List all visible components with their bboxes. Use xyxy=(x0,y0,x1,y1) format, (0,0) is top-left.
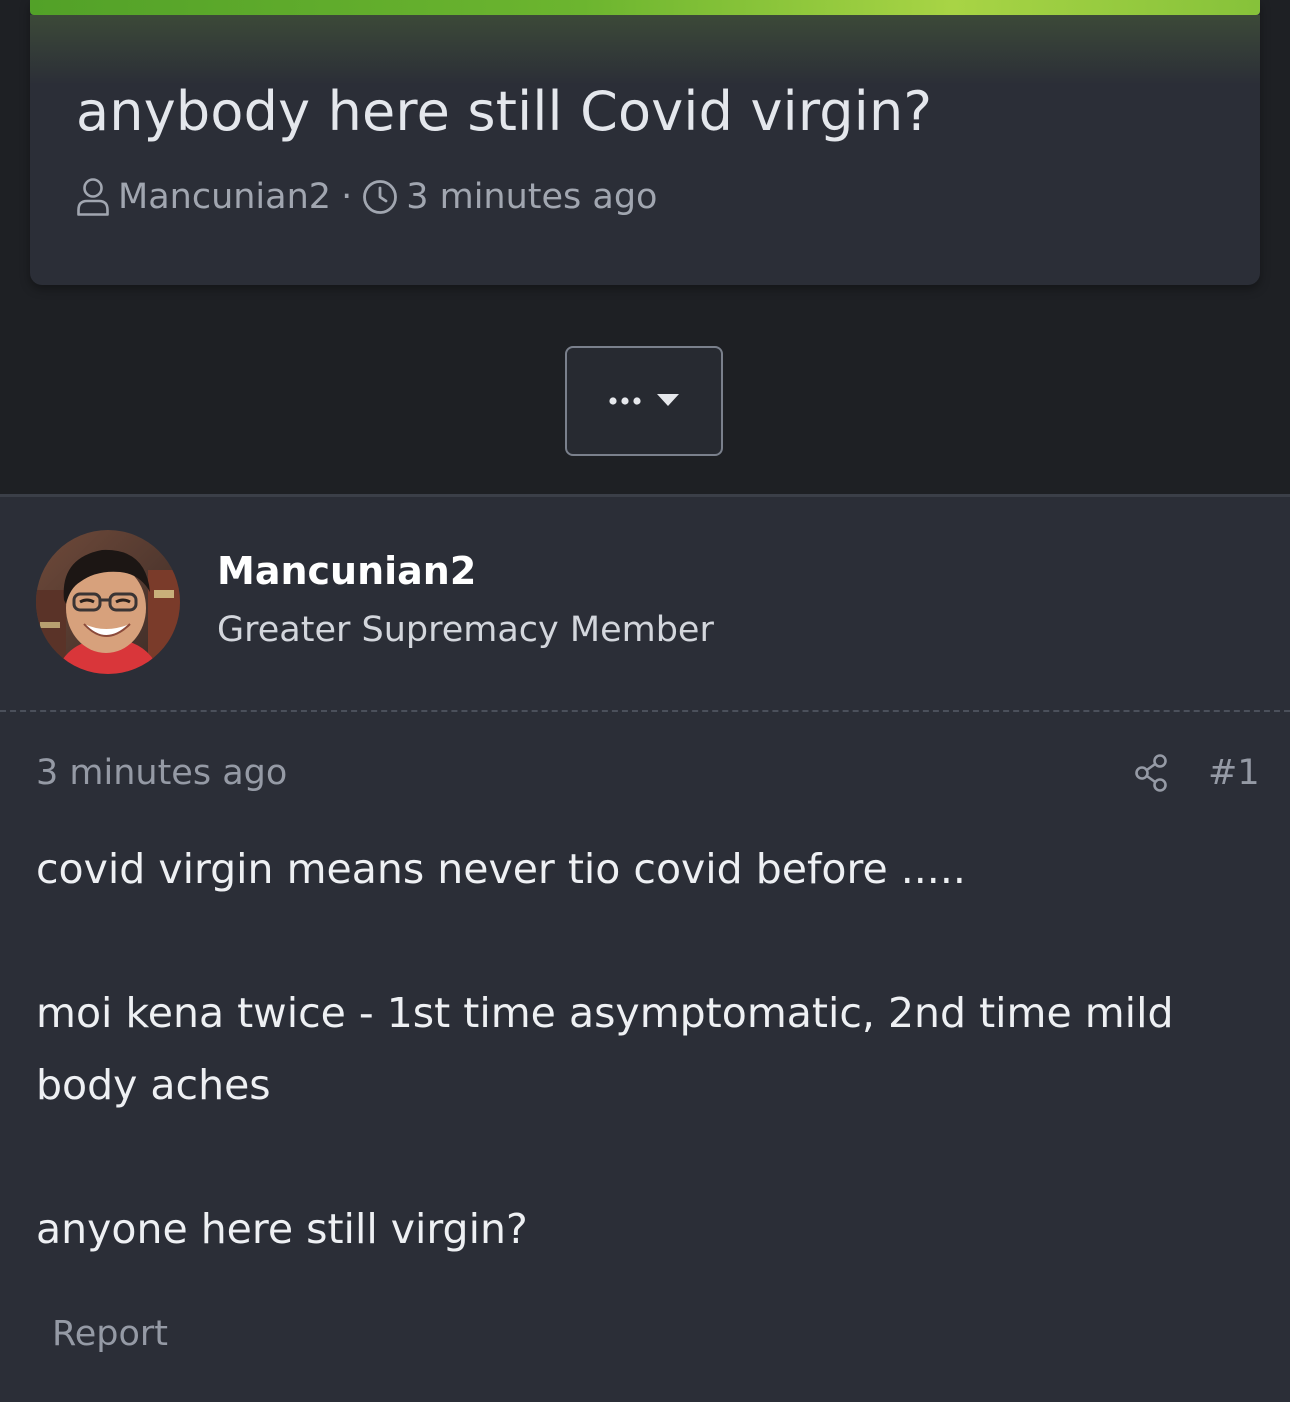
post-number-link[interactable]: #1 xyxy=(1208,753,1260,793)
thread-tools-menu-button[interactable] xyxy=(565,346,723,456)
post-card: Mancunian2 Greater Supremacy Member 3 mi… xyxy=(0,497,1290,1402)
post-author-title: Greater Supremacy Member xyxy=(217,610,714,650)
thread-header-zone: anybody here still Covid virgin? Mancuni… xyxy=(0,0,1290,495)
accent-glow xyxy=(30,15,1260,85)
thread-author-link[interactable]: Mancunian2 xyxy=(118,177,331,217)
accent-bar xyxy=(30,0,1260,15)
thread-title: anybody here still Covid virgin? xyxy=(76,80,933,143)
ellipsis-icon xyxy=(608,392,648,411)
thread-time[interactable]: 3 minutes ago xyxy=(406,177,657,217)
report-link[interactable]: Report xyxy=(52,1314,168,1354)
post-author-name[interactable]: Mancunian2 xyxy=(217,549,476,593)
post-body-paragraph: moi kena twice - 1st time asymptomatic, … xyxy=(36,989,1174,1109)
thread-title-card: anybody here still Covid virgin? Mancuni… xyxy=(30,0,1260,285)
avatar[interactable] xyxy=(36,530,180,674)
dashed-divider xyxy=(0,710,1290,712)
post-body-paragraph: covid virgin means never tio covid befor… xyxy=(36,845,966,893)
post-body-paragraph: anyone here still virgin? xyxy=(36,1205,528,1253)
caret-down-icon xyxy=(656,392,680,411)
thread-meta: Mancunian2 · 3 minutes ago xyxy=(76,173,657,221)
post-time[interactable]: 3 minutes ago xyxy=(36,753,287,793)
post-body: covid virgin means never tio covid befor… xyxy=(36,833,1256,1337)
share-button[interactable] xyxy=(1133,754,1171,796)
meta-separator: · xyxy=(341,177,353,217)
user-icon xyxy=(76,177,110,217)
clock-icon xyxy=(362,179,398,215)
share-icon xyxy=(1135,754,1169,796)
